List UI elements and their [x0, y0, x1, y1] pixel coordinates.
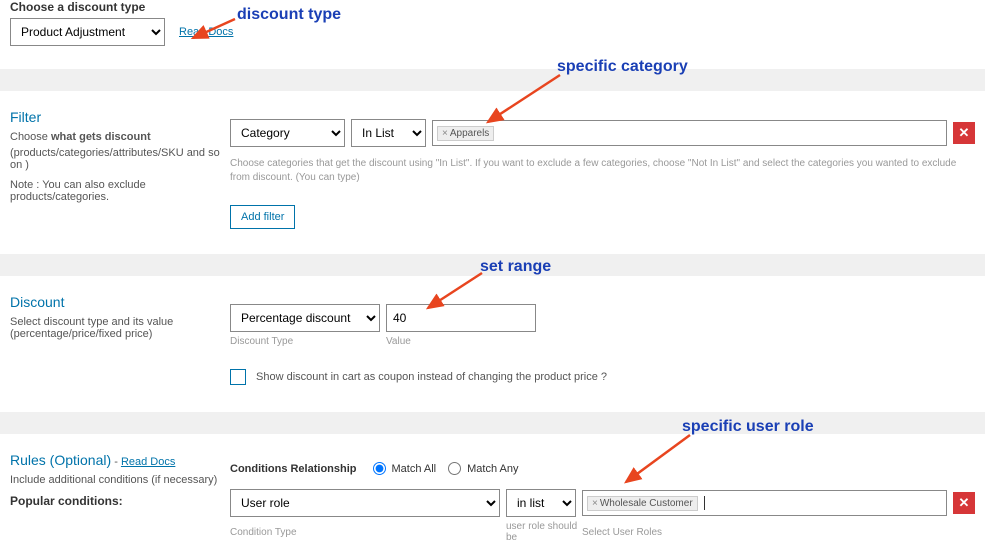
discount-value-input[interactable]	[386, 304, 536, 332]
close-icon[interactable]: ×	[592, 498, 598, 509]
filter-title: Filter	[10, 109, 220, 125]
filter-field-select[interactable]: Category	[230, 119, 345, 147]
divider	[0, 412, 985, 434]
rules-title: Rules (Optional)	[10, 452, 111, 468]
filter-operator-select[interactable]: In List	[351, 119, 426, 147]
popular-conditions-label: Popular conditions:	[10, 494, 220, 508]
match-any-label: Match Any	[467, 463, 518, 475]
close-icon: ✕	[959, 125, 970, 141]
condition-remove-button[interactable]: ✕	[953, 492, 975, 514]
filter-value-input[interactable]: × Apparels	[432, 120, 947, 146]
read-docs-link[interactable]: Read Docs	[179, 26, 233, 38]
filter-help-text: Choose categories that get the discount …	[230, 157, 975, 185]
conditions-relationship-label: Conditions Relationship	[230, 463, 357, 475]
condition-operator-select[interactable]: in list	[506, 489, 576, 517]
user-role-sublabel: user role should be	[506, 521, 582, 543]
add-filter-button[interactable]: Add filter	[230, 205, 295, 229]
choose-discount-label: Choose a discount type	[10, 0, 233, 14]
select-roles-sublabel: Select User Roles	[582, 527, 662, 538]
filter-note: Note : You can also exclude products/cat…	[10, 179, 220, 203]
divider	[0, 69, 985, 91]
divider	[0, 254, 985, 276]
filter-subtitle-2: (products/categories/attributes/SKU and …	[10, 147, 220, 171]
condition-type-select[interactable]: User role	[230, 489, 500, 517]
discount-type-select[interactable]: Product Adjustment	[10, 18, 165, 46]
condition-tag[interactable]: × Wholesale Customer	[587, 496, 698, 511]
rules-subtitle: Include additional conditions (if necess…	[10, 474, 220, 486]
show-as-coupon-checkbox[interactable]	[230, 369, 246, 385]
show-as-coupon-label: Show discount in cart as coupon instead …	[256, 371, 607, 383]
discount-type-select-2[interactable]: Percentage discount	[230, 304, 380, 332]
discount-value-sublabel: Value	[386, 336, 411, 347]
condition-type-sublabel: Condition Type	[230, 527, 506, 538]
filter-tag[interactable]: × Apparels	[437, 126, 494, 141]
match-all-radio[interactable]	[373, 462, 386, 475]
discount-title: Discount	[10, 294, 220, 310]
rules-read-docs-link[interactable]: Read Docs	[121, 456, 175, 468]
match-all-label: Match All	[392, 463, 437, 475]
discount-type-sublabel: Discount Type	[230, 336, 386, 347]
close-icon[interactable]: ×	[442, 128, 448, 139]
condition-value-input[interactable]: × Wholesale Customer	[582, 490, 947, 516]
filter-remove-button[interactable]: ✕	[953, 122, 975, 144]
close-icon: ✕	[959, 495, 970, 511]
match-any-radio[interactable]	[448, 462, 461, 475]
filter-subtitle: Choose what gets discount	[10, 131, 220, 143]
discount-subtitle: Select discount type and its value (perc…	[10, 316, 220, 340]
